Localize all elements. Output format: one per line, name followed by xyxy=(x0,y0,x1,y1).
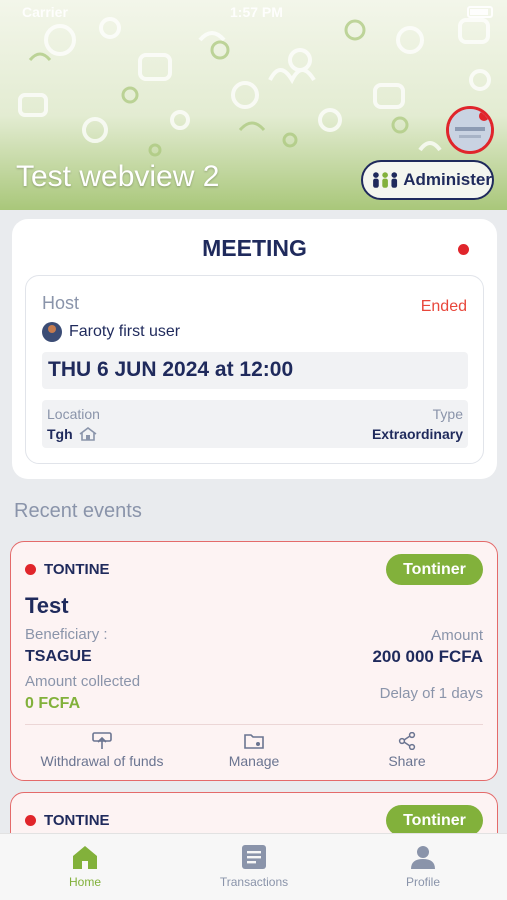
location-value: Tgh xyxy=(47,426,97,442)
meeting-details: Host Ended Faroty first user THU 6 JUN 2… xyxy=(25,275,484,464)
tab-home-label: Home xyxy=(68,875,101,889)
beneficiary-label: Beneficiary : xyxy=(25,626,108,643)
clock: 1:57 PM xyxy=(230,4,283,20)
host-label: Host xyxy=(42,293,80,313)
tab-profile-label: Profile xyxy=(405,875,440,889)
tab-profile[interactable]: Profile xyxy=(393,844,453,889)
meeting-datetime: THU 6 JUN 2024 at 12:00 xyxy=(42,352,468,389)
collected-label: Amount collected xyxy=(25,673,141,690)
type-label: Type xyxy=(432,406,463,422)
meeting-card[interactable]: MEETING Host Ended Faroty first user THU… xyxy=(12,219,497,479)
manage-button[interactable]: Manage xyxy=(216,732,292,769)
user-icon xyxy=(411,846,435,869)
folder-settings-icon xyxy=(244,734,264,749)
administer-button[interactable]: Administer xyxy=(361,160,494,200)
role-badge: Tontiner xyxy=(386,554,483,585)
share-icon xyxy=(398,732,416,750)
host-avatar xyxy=(42,322,62,342)
share-button[interactable]: Share xyxy=(377,732,437,769)
host-user: Faroty first user xyxy=(42,322,180,342)
withdraw-label: Withdrawal of funds xyxy=(40,753,164,769)
carrier-label: Carrier xyxy=(22,4,68,20)
meeting-title: MEETING xyxy=(202,235,307,261)
host-name: Faroty first user xyxy=(69,323,181,340)
divider xyxy=(25,724,483,725)
tab-transactions-label: Transactions xyxy=(219,875,289,889)
group-avatar[interactable] xyxy=(446,106,494,154)
status-dot xyxy=(458,244,469,255)
event-card[interactable]: TONTINE Tontiner Test Beneficiary : TSAG… xyxy=(10,541,498,781)
group-people-icon xyxy=(373,172,398,188)
withdraw-funds-button[interactable]: Withdrawal of funds xyxy=(33,732,171,769)
location-text: Tgh xyxy=(47,426,73,442)
collected-value: 0 FCFA xyxy=(25,695,81,712)
location-label: Location xyxy=(47,406,100,422)
type-value: Extraordinary xyxy=(371,426,463,442)
recent-events-heading: Recent events xyxy=(14,500,142,522)
amount-label: Amount xyxy=(431,627,483,644)
home-icon xyxy=(73,846,97,869)
tab-home[interactable]: Home xyxy=(55,844,115,889)
role-badge: Tontiner xyxy=(386,805,483,836)
location-type-box: Location Tgh Type Extraordinary xyxy=(42,400,468,448)
document-list-icon xyxy=(242,845,266,869)
event-type: TONTINE xyxy=(25,812,110,829)
header-banner: Carrier 1:57 PM Test webview 2 Administe… xyxy=(0,0,507,210)
bottom-tab-bar: Home Transactions Profile xyxy=(0,833,507,900)
event-type-label: TONTINE xyxy=(44,812,110,829)
share-label: Share xyxy=(388,753,426,769)
beneficiary-value: TSAGUE xyxy=(25,648,92,665)
event-type: TONTINE xyxy=(25,561,110,578)
status-bar: Carrier 1:57 PM xyxy=(0,4,507,24)
delay-text: Delay of 1 days xyxy=(379,685,483,702)
tab-transactions[interactable]: Transactions xyxy=(214,844,294,889)
event-status-dot xyxy=(25,815,36,826)
amount-value: 200 000 FCFA xyxy=(372,647,483,666)
event-name: Test xyxy=(25,593,69,618)
page-title: Test webview 2 xyxy=(16,160,220,193)
meeting-status-badge: Ended xyxy=(420,298,467,315)
battery-icon xyxy=(467,6,493,18)
notification-dot xyxy=(479,111,489,121)
event-type-label: TONTINE xyxy=(44,561,110,578)
house-icon xyxy=(79,427,97,441)
event-status-dot xyxy=(25,564,36,575)
manage-label: Manage xyxy=(228,753,280,769)
administer-label: Administer xyxy=(403,170,492,189)
withdraw-icon xyxy=(92,732,112,749)
